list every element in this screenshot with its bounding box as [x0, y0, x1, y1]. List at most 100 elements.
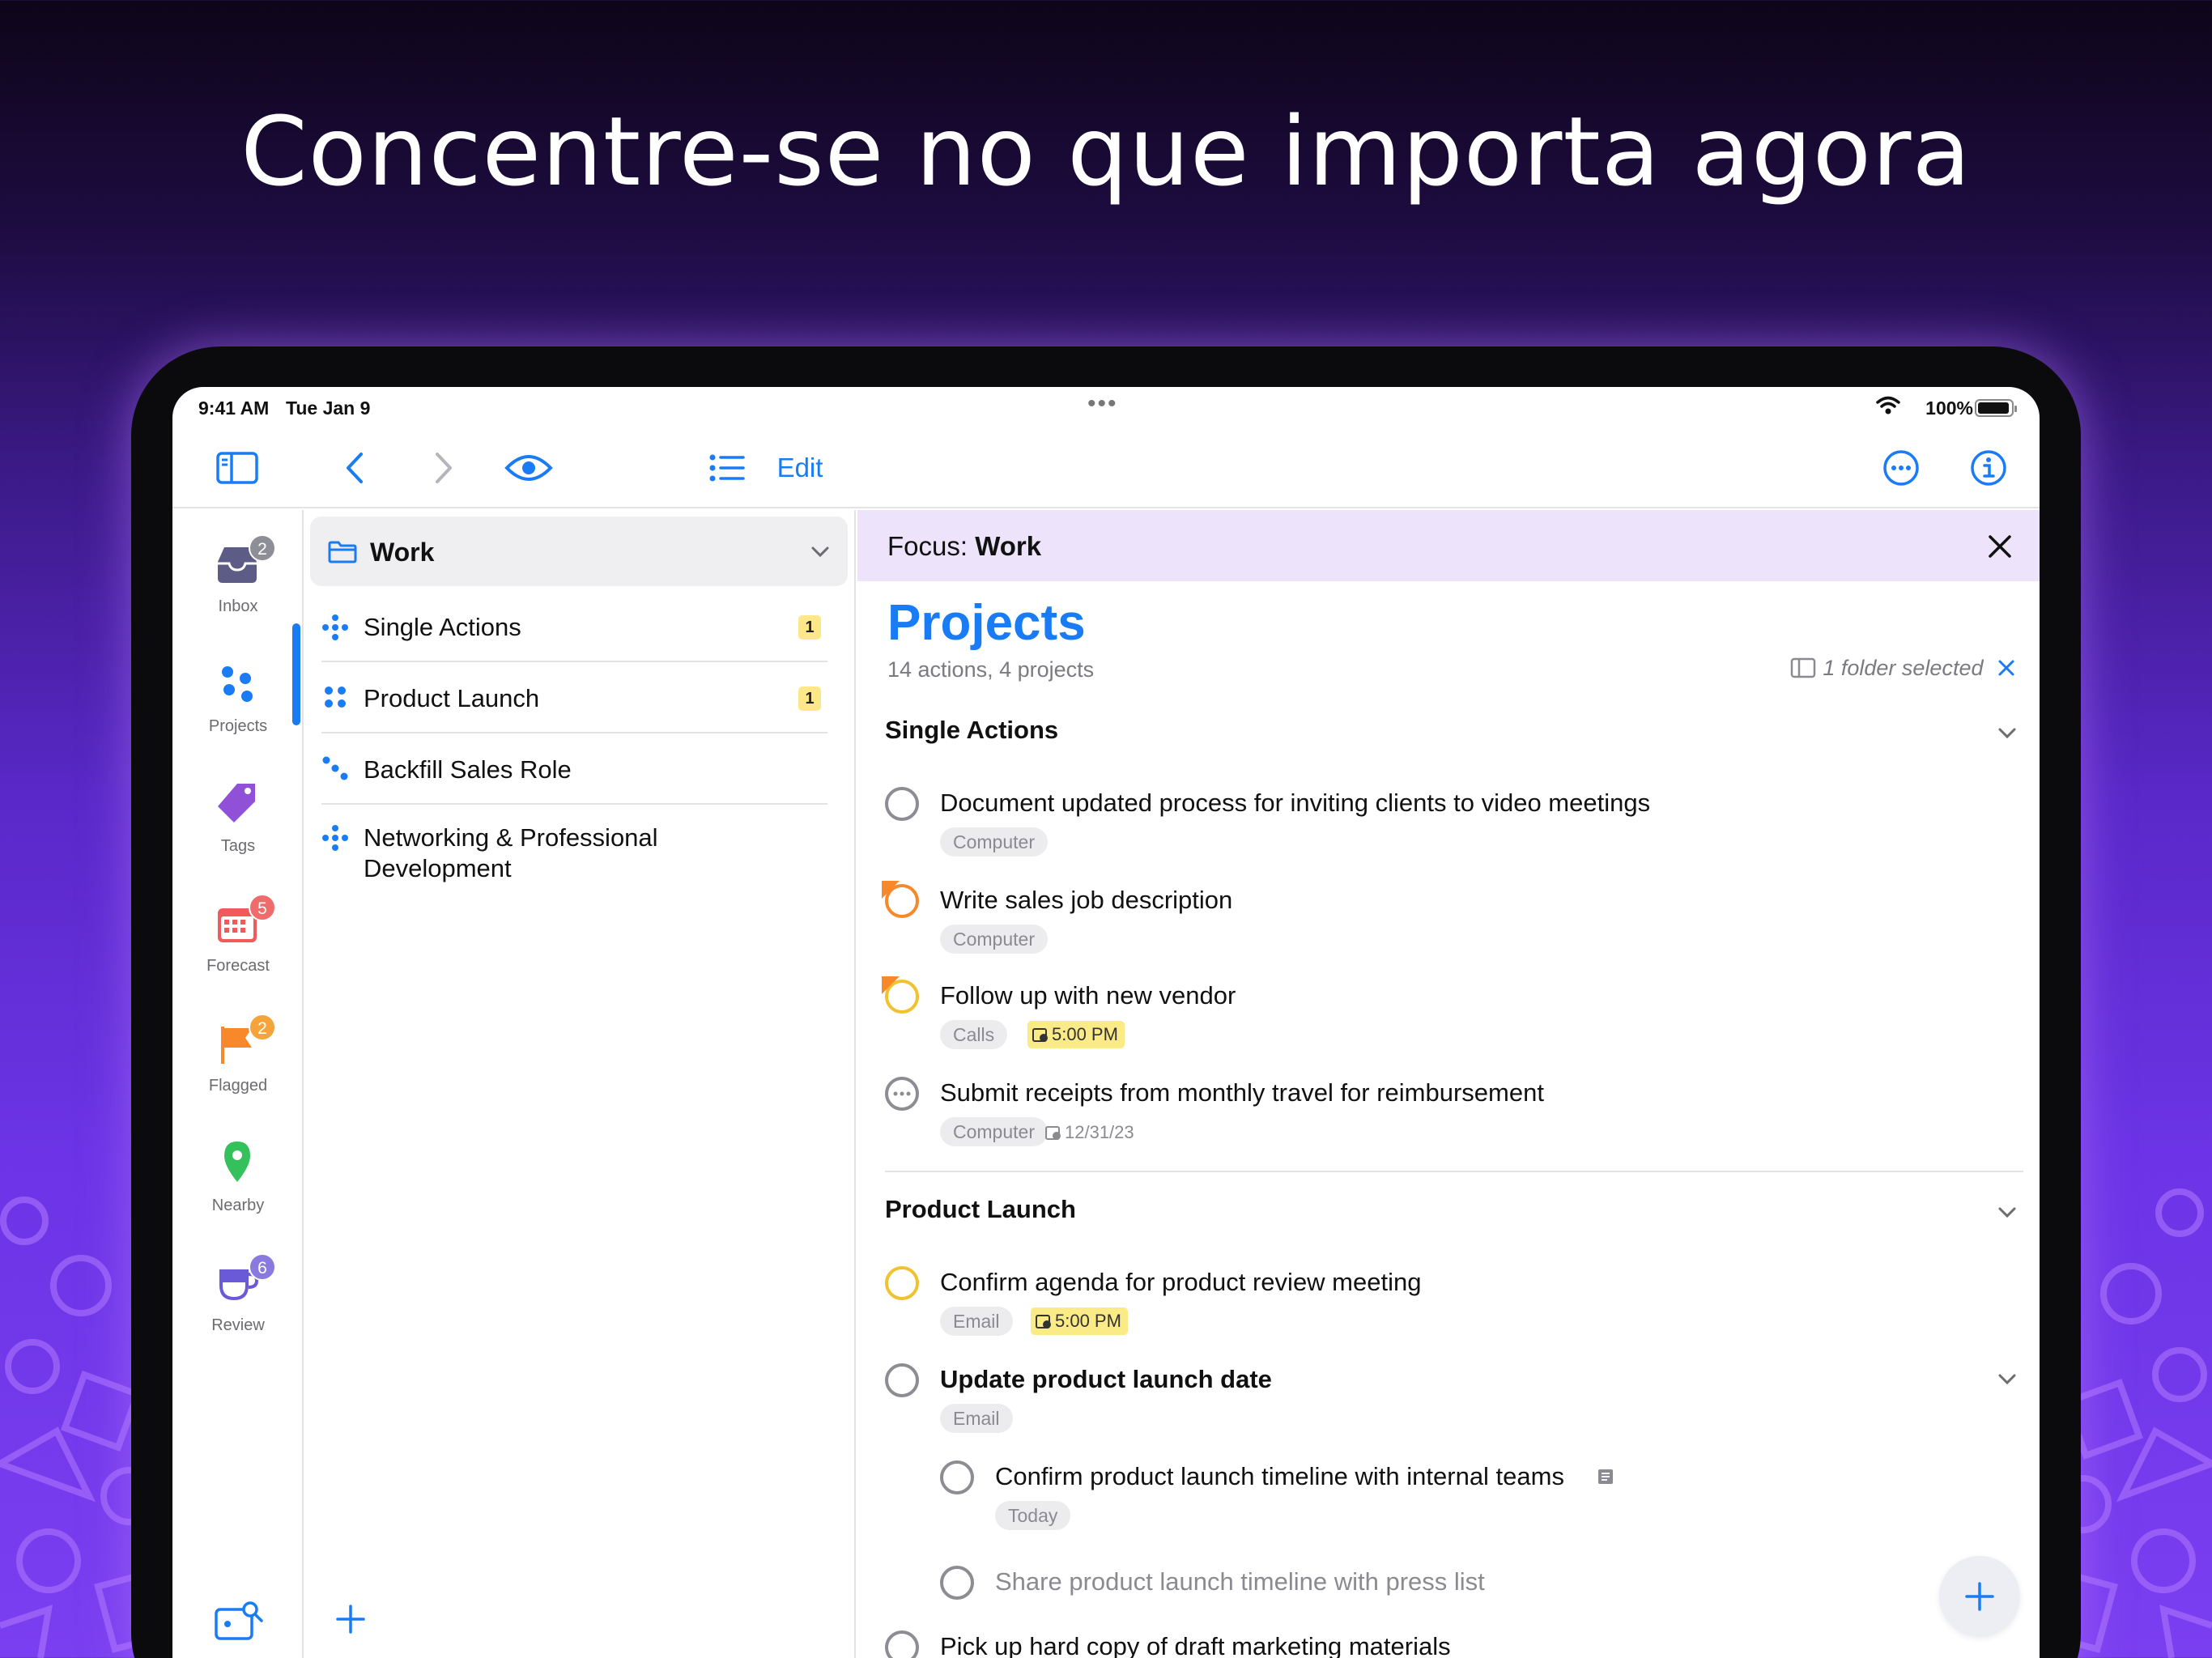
section-header[interactable]: Product Launch: [885, 1195, 1076, 1224]
defer-date-text: 12/31/23: [1065, 1122, 1134, 1142]
task-group-title: Update product launch date: [940, 1365, 1272, 1393]
sidebar-icon: [216, 452, 258, 484]
sidebar-item-flagged[interactable]: 2 Flagged: [172, 1007, 304, 1112]
app-screen: 9:41 AM Tue Jan 9 ••• 100% Edit 2 Inbox …: [172, 387, 2040, 1658]
plus-icon: [1965, 1582, 1994, 1611]
sidebar-label: Tags: [220, 837, 256, 855]
add-project-button[interactable]: [334, 1603, 367, 1635]
task-title: Document updated process for inviting cl…: [940, 789, 1651, 817]
add-action-button[interactable]: [1939, 1556, 2020, 1637]
sidebar-badge: 2: [249, 534, 276, 562]
project-name: Backfill Sales Role: [364, 755, 572, 784]
context-tag: Computer: [940, 1117, 1048, 1146]
chevron-down-icon[interactable]: [1997, 1373, 2017, 1386]
status-time: 9:41 AM: [198, 397, 270, 419]
more-button[interactable]: [1877, 427, 1925, 508]
sidebar-item-review[interactable]: 6 Review: [172, 1247, 304, 1352]
status-date: Tue Jan 9: [286, 397, 371, 419]
clear-selection-icon[interactable]: [1997, 659, 2015, 677]
chevron-down-icon[interactable]: [1997, 1206, 2017, 1219]
due-badge: 5:00 PM: [1027, 1021, 1125, 1048]
folder-title: Work: [370, 538, 435, 567]
single-actions-icon: [322, 825, 348, 851]
sidebar-filter-icon: [1791, 657, 1816, 678]
sidebar-toggle-button[interactable]: [213, 427, 262, 508]
section-header[interactable]: Single Actions: [885, 716, 1058, 745]
task-checkbox[interactable]: [885, 1266, 919, 1300]
toolbar: Edit: [172, 427, 2040, 508]
sidebar-badge: 5: [249, 894, 276, 921]
available-count-badge: 1: [798, 687, 821, 711]
plus-icon: [336, 1605, 365, 1634]
parallel-project-icon: [325, 687, 346, 708]
eye-icon: [504, 455, 553, 481]
sidebar-label: Review: [211, 1316, 265, 1334]
task-checkbox[interactable]: [885, 1630, 919, 1658]
project-row-product-launch[interactable]: Product Launch 1: [321, 662, 827, 733]
task-checkbox[interactable]: [940, 1566, 974, 1600]
project-name-line2: Development: [364, 854, 512, 882]
forward-button[interactable]: [423, 427, 464, 508]
page-subtitle: 14 actions, 4 projects: [887, 657, 1095, 682]
folder-icon: [328, 541, 357, 563]
single-actions-icon: [322, 614, 348, 640]
chevron-right-icon: [436, 453, 452, 483]
sidebar-item-inbox[interactable]: 2 Inbox: [172, 528, 304, 633]
sequential-project-icon: [322, 756, 348, 780]
context-tag: Computer: [940, 827, 1048, 857]
task-title: Share product launch timeline with press…: [995, 1567, 1485, 1596]
focus-label: Focus:: [887, 531, 968, 561]
page-title: Projects: [887, 595, 1086, 651]
defer-date: 12/31/23: [1045, 1122, 1134, 1143]
task-checkbox[interactable]: [885, 787, 919, 821]
context-tag: Email: [940, 1404, 1013, 1433]
outline-pane: Focus: Work Projects 14 actions, 4 proje…: [857, 510, 2040, 1658]
task-title: Confirm product launch timeline with int…: [995, 1462, 1564, 1490]
search-perspectives-button[interactable]: [213, 1598, 265, 1643]
chevron-left-icon: [347, 453, 363, 483]
section-divider: [885, 1171, 2023, 1172]
calendar-clock-icon: [1045, 1126, 1061, 1140]
calendar-clock-icon: [1036, 1315, 1051, 1329]
project-row-backfill-sales-role[interactable]: Backfill Sales Role: [321, 733, 827, 805]
folder-row-work[interactable]: Work: [310, 517, 848, 586]
battery-percent: 100%: [1925, 397, 1973, 419]
sidebar-badge: 2: [249, 1014, 276, 1041]
multitasking-dots-icon[interactable]: •••: [1087, 390, 1118, 418]
task-checkbox-with-subtasks[interactable]: [885, 1077, 919, 1111]
tag-icon: [218, 784, 255, 823]
project-list: Work Single Actions 1 Product Launch 1 B…: [305, 510, 856, 1658]
task-title: Submit receipts from monthly travel for …: [940, 1078, 1544, 1107]
wifi-icon: [1876, 396, 1900, 414]
back-button[interactable]: [334, 427, 375, 508]
task-checkbox[interactable]: [940, 1460, 974, 1494]
ellipsis-icon: [893, 1091, 911, 1096]
due-time: 5:00 PM: [1055, 1311, 1121, 1331]
project-name: Single Actions: [364, 613, 521, 641]
marketing-headline: Concentre-se no que importa agora: [240, 96, 1972, 207]
chevron-down-icon[interactable]: [810, 546, 830, 559]
sidebar-item-forecast[interactable]: 5 Forecast: [172, 887, 304, 993]
task-checkbox[interactable]: [885, 1363, 919, 1397]
status-bar: 9:41 AM Tue Jan 9 ••• 100%: [172, 387, 2040, 427]
inspector-button[interactable]: [1964, 427, 2013, 508]
sidebar-item-projects[interactable]: Projects: [172, 648, 304, 753]
selection-filter[interactable]: 1 folder selected: [1790, 656, 2015, 681]
sidebar-item-nearby[interactable]: Nearby: [172, 1127, 304, 1232]
sidebar-label: Projects: [208, 717, 268, 735]
task-title: Write sales job description: [940, 886, 1233, 914]
project-row-single-actions[interactable]: Single Actions 1: [321, 596, 827, 662]
focus-bar: Focus: Work: [857, 510, 2040, 581]
perspective-view-button[interactable]: [500, 427, 557, 508]
view-options-button[interactable]: [703, 427, 751, 508]
sidebar-label: Nearby: [211, 1197, 265, 1214]
edit-button[interactable]: Edit: [772, 427, 828, 508]
sidebar-item-tags[interactable]: Tags: [172, 767, 304, 873]
chevron-down-icon[interactable]: [1997, 727, 2017, 740]
perspective-sidebar: 2 Inbox Projects Tags 5 Forecast 2 Flagg…: [172, 510, 304, 1658]
close-icon[interactable]: [1988, 534, 2012, 559]
sidebar-label: Inbox: [218, 597, 258, 615]
context-tag: Today: [995, 1501, 1071, 1530]
calendar-clock-icon: [1032, 1028, 1048, 1042]
project-row-networking[interactable]: Networking & Professional Development: [321, 805, 827, 899]
